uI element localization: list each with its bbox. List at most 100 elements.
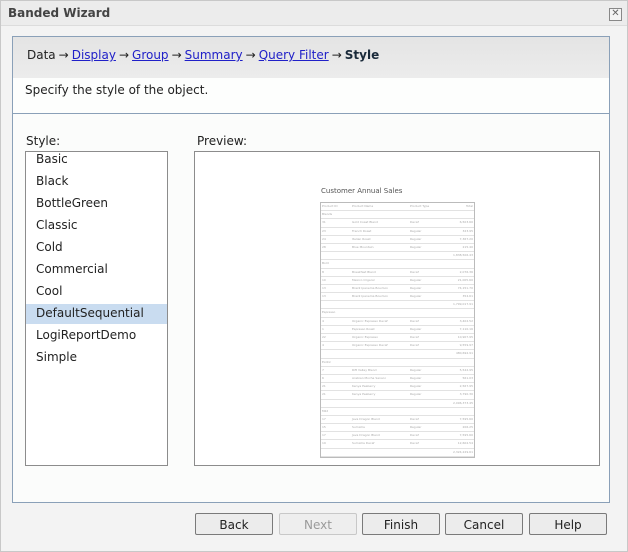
report-group-total: 1,838,506.43 bbox=[321, 252, 474, 261]
report-cell: Regular bbox=[410, 244, 422, 249]
report-cell: Regular bbox=[410, 277, 422, 282]
report-cell: 6,503.60 bbox=[459, 220, 473, 225]
report-cell: 17 bbox=[322, 433, 326, 438]
arrow-icon: → bbox=[245, 48, 256, 62]
report-cell: Decaf bbox=[410, 318, 419, 323]
report-cell: Regular bbox=[410, 425, 422, 430]
style-list-item[interactable]: LogiReportDemo bbox=[26, 326, 167, 346]
report-cell: Regular bbox=[410, 326, 422, 331]
report-row: 6 Arabian Mocha Sanani Regular 561.03 bbox=[321, 375, 474, 384]
report-cell: Regular bbox=[410, 228, 422, 233]
report-cell: Decaf bbox=[410, 269, 419, 274]
cancel-button[interactable]: Cancel bbox=[445, 513, 523, 535]
report-row: Product ID Product Name Product Type Total bbox=[321, 203, 474, 212]
report-group-name: Mild bbox=[322, 408, 329, 413]
report-total-value: 2,096,373.45 bbox=[452, 400, 473, 405]
report-cell: Organic Espresso Decaf bbox=[352, 318, 388, 323]
report-title: Customer Annual Sales bbox=[321, 187, 403, 195]
breadcrumb-link-summary[interactable]: Summary bbox=[185, 48, 243, 62]
report-cell: 7,595.60 bbox=[459, 416, 473, 421]
report-cell: French Roast bbox=[352, 228, 372, 233]
report-cell: Decaf bbox=[410, 343, 419, 348]
report-cell: Kenya Peaberry bbox=[352, 392, 376, 397]
report-cell: 15 bbox=[322, 425, 326, 430]
close-icon[interactable]: ✕ bbox=[609, 8, 622, 21]
report-cell: Decaf bbox=[410, 335, 419, 339]
report-cell: 22 bbox=[322, 335, 326, 339]
breadcrumb-link-display[interactable]: Display bbox=[72, 48, 116, 62]
report-cell: 4 bbox=[322, 343, 324, 348]
report-cell: 4 bbox=[322, 318, 324, 323]
report-cell: 10,907.95 bbox=[457, 335, 473, 339]
report-cell: Organic Espresso Decaf bbox=[352, 343, 388, 348]
report-cell: Java Dragon Blend bbox=[352, 416, 380, 421]
style-list-item[interactable]: Cool bbox=[26, 282, 167, 302]
report-group-header: Blends bbox=[321, 211, 474, 220]
report-row: 21 Kenya Peaberry Regular 3,790.30 bbox=[321, 391, 474, 400]
style-list[interactable]: Basic Black BottleGreen Classic Cold Commerci… bbox=[25, 151, 168, 466]
report-cell: 9,559.97 bbox=[459, 343, 473, 348]
arrow-icon: → bbox=[171, 48, 182, 62]
report-cell: Sumatra Decaf bbox=[352, 441, 375, 446]
style-list-item[interactable]: Cold bbox=[26, 238, 167, 258]
preview-label: Preview: bbox=[197, 134, 248, 148]
report-row: 23 French Roast Regular 323.95 bbox=[321, 228, 474, 236]
report-cell: 7,110.16 bbox=[459, 326, 473, 331]
report-cell: Product ID bbox=[322, 204, 338, 208]
report-row: 17 Java Dragon Blend Decaf 7,595.60 bbox=[321, 432, 474, 441]
report-table: Product ID Product Name Product Type Total B… bbox=[320, 202, 475, 458]
report-cell: Blue Mountain bbox=[352, 244, 374, 249]
style-list-item[interactable]: Basic bbox=[26, 150, 167, 170]
report-cell: 21,005.60 bbox=[457, 277, 473, 282]
style-list-item[interactable]: Black bbox=[26, 172, 167, 192]
report-cell: Breakfast Blend bbox=[352, 269, 376, 274]
arrow-icon: → bbox=[118, 48, 130, 62]
report-row: 31 Gold Coast Blend Decaf 6,503.60 bbox=[321, 219, 474, 228]
report-cell: Brazil Ipanema Bourbon bbox=[352, 285, 389, 290]
next-button[interactable]: Next bbox=[279, 513, 357, 535]
report-row: 7 Rift Valley Blend Regular 5,542.95 bbox=[321, 367, 474, 375]
report-cell: Kenya Peaberry bbox=[352, 384, 376, 389]
report-cell: Regular bbox=[410, 285, 422, 290]
report-cell: 8 bbox=[322, 269, 324, 274]
style-list-item[interactable]: Simple bbox=[26, 348, 167, 368]
arrow-icon: → bbox=[331, 48, 342, 62]
breadcrumb-link-group[interactable]: Group bbox=[132, 48, 169, 62]
wizard-frame: Data → Display → Group → Summary → Query Filter →… bbox=[12, 36, 610, 503]
report-row: 13 Brazil Ipanema Bourbon Regular 354.61 bbox=[321, 293, 474, 302]
report-cell: 1 bbox=[322, 326, 324, 331]
breadcrumb-step-data: Data bbox=[27, 48, 56, 62]
report-cell: Italian Roast bbox=[352, 236, 371, 241]
banded-wizard-dialog: Banded Wizard ✕ Data → Display → Group → Summa… bbox=[0, 0, 628, 552]
style-label: Style: bbox=[26, 134, 61, 148]
style-list-item[interactable]: Commercial bbox=[26, 260, 167, 280]
help-button[interactable]: Help bbox=[529, 513, 607, 535]
description-area: Specify the style of the object. bbox=[13, 78, 609, 114]
style-list-item[interactable]: DefaultSequential bbox=[26, 304, 167, 324]
breadcrumb-link-query-filter[interactable]: Query Filter bbox=[259, 48, 329, 62]
report-cell: Total bbox=[465, 204, 473, 208]
report-cell: 17 bbox=[322, 416, 326, 421]
style-list-item[interactable]: BottleGreen bbox=[26, 194, 167, 214]
report-cell: 6 bbox=[322, 375, 324, 380]
report-row: 1 Espresso Roast Regular 7,110.16 bbox=[321, 326, 474, 334]
title-bar: Banded Wizard ✕ bbox=[1, 1, 627, 26]
report-group-total: 2,324,229.61 bbox=[321, 449, 474, 457]
report-cell: 3,402.52 bbox=[459, 318, 473, 323]
report-group-name: Blends bbox=[322, 212, 333, 217]
report-cell: 28 bbox=[322, 244, 326, 249]
style-list-item[interactable]: Classic bbox=[26, 216, 167, 236]
finish-button[interactable]: Finish bbox=[362, 513, 440, 535]
report-cell: Brazil Ipanema Bourbon bbox=[352, 294, 389, 299]
report-cell: 21 bbox=[322, 392, 326, 397]
report-group-name: Espresso bbox=[322, 310, 336, 315]
report-cell: Java Dragon Blend bbox=[352, 433, 380, 438]
report-row: 21 Kenya Peaberry Regular 2,567.95 bbox=[321, 383, 474, 392]
arrow-icon: → bbox=[58, 48, 69, 62]
report-row: 4 Organic Espresso Decaf Decaf 9,559.97 bbox=[321, 342, 474, 351]
report-row: 28 Blue Mountain Regular 215.40 bbox=[321, 244, 474, 253]
report-group-total: 1,799,017.91 bbox=[321, 301, 474, 310]
back-button[interactable]: Back bbox=[195, 513, 273, 535]
report-group-total: 2,096,373.45 bbox=[321, 400, 474, 408]
report-cell: Regular bbox=[410, 236, 422, 241]
